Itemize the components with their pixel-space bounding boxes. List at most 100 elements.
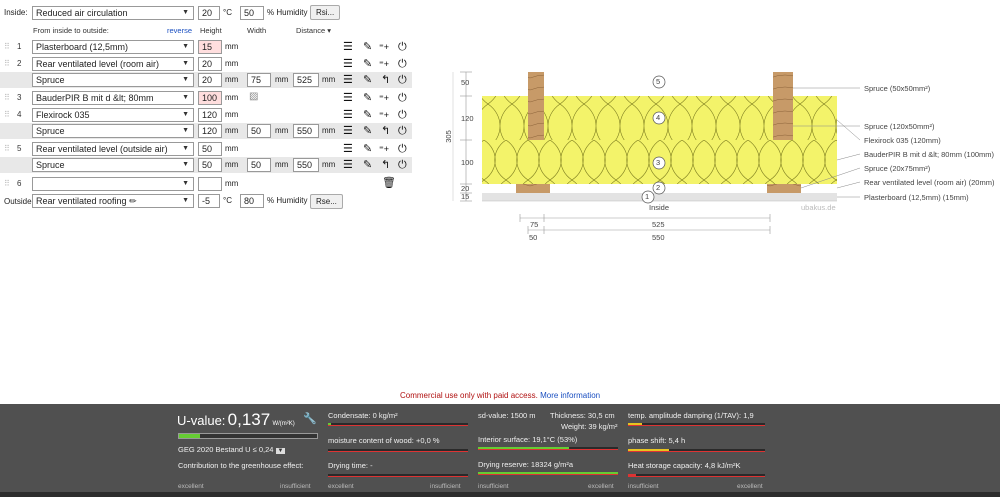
- outside-temp-input[interactable]: -5: [198, 194, 220, 208]
- menu-icon[interactable]: ☰: [343, 40, 353, 54]
- wrench-icon[interactable]: 🔧: [303, 412, 317, 426]
- scale-excellent: excellent: [588, 483, 614, 490]
- layer-height-input[interactable]: 20: [198, 73, 222, 87]
- layer-width-unit: mm: [275, 160, 289, 169]
- legend-spruce-50x50: Spruce (50x50mm²): [864, 84, 931, 93]
- edit-icon[interactable]: ✎: [363, 73, 372, 87]
- power-icon[interactable]: ⏻: [398, 91, 407, 105]
- edit-icon[interactable]: ✎: [363, 124, 372, 138]
- power-icon[interactable]: ⏻: [398, 108, 407, 122]
- menu-icon[interactable]: ☰: [343, 142, 353, 156]
- layer-height-input[interactable]: 50: [198, 158, 222, 172]
- tav-bar: [628, 423, 765, 426]
- marker-number: 1: [645, 192, 650, 201]
- drag-handle-icon[interactable]: ⠿: [4, 91, 10, 105]
- layer-material-select[interactable]: Spruce ▼: [32, 124, 194, 138]
- layer-height-input[interactable]: 100: [198, 91, 222, 105]
- menu-icon[interactable]: ☰: [343, 124, 353, 138]
- power-icon[interactable]: ⏻: [398, 158, 407, 172]
- layer-height-input[interactable]: 120: [198, 108, 222, 122]
- menu-icon[interactable]: ☰: [343, 91, 353, 105]
- edit-icon[interactable]: ✎: [363, 142, 372, 156]
- dropdown-icon[interactable]: ▼: [275, 448, 286, 454]
- layer-material-select[interactable]: Rear ventilated level (outside air) ▼: [32, 142, 194, 156]
- layer-material-select[interactable]: Spruce ▼: [32, 158, 194, 172]
- add-layer-icon[interactable]: ⁼+: [379, 108, 389, 122]
- watermark: ubakus.de: [801, 203, 836, 212]
- menu-icon[interactable]: ☰: [343, 73, 353, 87]
- marker-number: 2: [656, 183, 661, 192]
- layer-material-value: BauderPIR B mit d &lt; 80mm: [36, 93, 154, 103]
- chevron-down-icon: ▼: [182, 9, 189, 16]
- edit-icon[interactable]: ✎: [363, 40, 372, 54]
- add-layer-icon[interactable]: ⁼+: [379, 40, 389, 54]
- layer-material-value: Spruce: [36, 126, 65, 136]
- drying-reserve-bar: [478, 472, 618, 475]
- power-icon[interactable]: ⏻: [398, 124, 407, 138]
- uvalue-unit: W/(m²K): [272, 421, 295, 427]
- menu-icon[interactable]: ☰: [343, 158, 353, 172]
- power-icon[interactable]: ⏻: [398, 40, 407, 54]
- return-icon[interactable]: ↰: [381, 158, 390, 172]
- rsi-button[interactable]: Rsi...: [310, 5, 341, 20]
- inside-humidity-input[interactable]: 50: [240, 6, 264, 20]
- layer-height-unit: mm: [225, 144, 239, 153]
- layer-width-input[interactable]: 50: [247, 158, 271, 172]
- marker-number: 5: [656, 77, 661, 86]
- layer-distance-input[interactable]: 550: [293, 124, 319, 138]
- reverse-link[interactable]: reverse: [167, 26, 192, 35]
- add-layer-icon[interactable]: ⁼+: [379, 57, 389, 71]
- drag-handle-icon[interactable]: ⠿: [4, 177, 10, 191]
- scale-excellent: excellent: [328, 483, 354, 490]
- drag-handle-icon[interactable]: ⠿: [4, 57, 10, 71]
- layer-material-select[interactable]: Plasterboard (12,5mm) ▼: [32, 40, 194, 54]
- drag-handle-icon[interactable]: ⠿: [4, 40, 10, 54]
- edit-icon[interactable]: ✎: [363, 108, 372, 122]
- return-icon[interactable]: ↰: [381, 124, 390, 138]
- layer-material-select[interactable]: Spruce ▼: [32, 73, 194, 87]
- edit-icon[interactable]: ✎: [363, 91, 372, 105]
- add-layer-icon[interactable]: ⁼+: [379, 142, 389, 156]
- layer-width-input[interactable]: 75: [247, 73, 271, 87]
- drying-reserve-label: Drying reserve: 18324 g/m²a: [478, 460, 574, 469]
- outside-humidity-input[interactable]: 80: [240, 194, 264, 208]
- scale-excellent: excellent: [737, 483, 763, 490]
- drag-handle-icon[interactable]: ⠿: [4, 142, 10, 156]
- add-layer-icon[interactable]: ⁼+: [379, 91, 389, 105]
- drag-handle-icon[interactable]: ⠿: [4, 108, 10, 122]
- power-icon[interactable]: ⏻: [398, 57, 407, 71]
- trash-icon[interactable]: 🗑: [382, 176, 396, 190]
- rse-button[interactable]: Rse...: [310, 194, 343, 209]
- power-icon[interactable]: ⏻: [398, 142, 407, 156]
- menu-icon[interactable]: ☰: [343, 108, 353, 122]
- edit-icon[interactable]: ✎: [363, 57, 372, 71]
- layer-distance-input[interactable]: 525: [293, 73, 319, 87]
- chevron-down-icon: ▼: [182, 161, 189, 168]
- layer-material-select[interactable]: BauderPIR B mit d &lt; 80mm ▼: [32, 91, 194, 105]
- layer-width-input[interactable]: 50: [247, 124, 271, 138]
- layer-height-input[interactable]: 50: [198, 142, 222, 156]
- inside-humidity-unit: % Humidity: [267, 8, 308, 17]
- layer-height-input[interactable]: 120: [198, 124, 222, 138]
- distance-header[interactable]: Distance ▾: [296, 26, 331, 35]
- layer-material-select[interactable]: Rear ventilated level (room air) ▼: [32, 57, 194, 71]
- layer-height-input[interactable]: [198, 177, 222, 191]
- outside-label: Outside: [4, 197, 32, 206]
- layer-height-input[interactable]: 20: [198, 57, 222, 71]
- layer-height-input[interactable]: 15: [198, 40, 222, 54]
- layer-material-select[interactable]: Flexirock 035 ▼: [32, 108, 194, 122]
- edit-icon[interactable]: ✎: [363, 158, 372, 172]
- menu-icon[interactable]: ☰: [343, 57, 353, 71]
- more-info-link[interactable]: More information: [540, 391, 600, 400]
- greenhouse-label: Contribution to the greenhouse effect:: [178, 461, 304, 470]
- layer-material-value: Spruce: [36, 75, 65, 85]
- dim-label: 550: [652, 233, 665, 242]
- layer-distance-input[interactable]: 550: [293, 158, 319, 172]
- return-icon[interactable]: ↰: [381, 73, 390, 87]
- layer-height-unit: mm: [225, 93, 239, 102]
- power-icon[interactable]: ⏻: [398, 73, 407, 87]
- inside-climate-select[interactable]: Reduced air circulation ▼: [32, 6, 194, 20]
- outside-climate-select[interactable]: Rear ventilated roofing ✏ ▼: [32, 194, 194, 208]
- inside-temp-input[interactable]: 20: [198, 6, 220, 20]
- layer-material-select[interactable]: ▼: [32, 177, 194, 191]
